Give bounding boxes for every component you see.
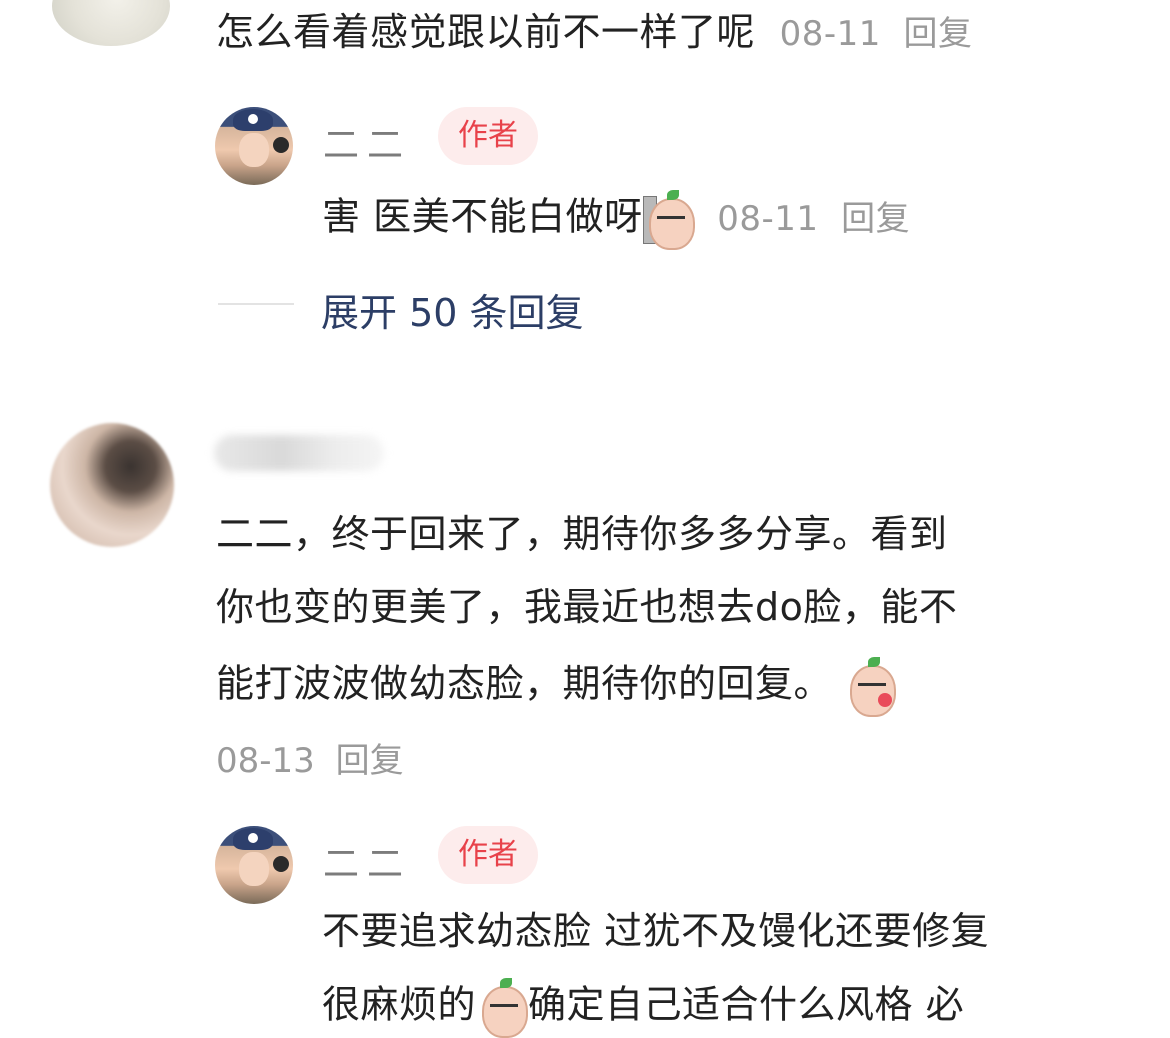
reply-2-line-1: 不要追求幼态脸 过犹不及馒化还要修复 [322, 909, 990, 953]
comment-meta: 08-13 回复 [216, 733, 404, 782]
reply-button[interactable]: 回复 [841, 199, 910, 239]
commenter-avatar[interactable] [50, 423, 174, 547]
reply-text: 害 医美不能白做呀 [322, 194, 643, 239]
expand-divider [218, 303, 294, 305]
reply-text: 很麻烦的 [322, 982, 477, 1027]
comment-date: 08-13 [216, 741, 315, 781]
reply-1: 害 医美不能白做呀 08-11 回复 [322, 190, 910, 250]
kiss-peach-sticker-icon [844, 657, 897, 717]
author-avatar[interactable] [215, 826, 293, 904]
author-name[interactable]: 二二 [323, 116, 411, 168]
reply-date: 08-11 [717, 198, 819, 239]
author-avatar[interactable] [215, 107, 293, 185]
reply-text: 确定自己适合什么风格 必 [528, 982, 965, 1027]
comment-text: 怎么看着感觉跟以前不一样了呢 [216, 10, 756, 54]
comment-line-2: 你也变的更美了，我最近也想去do脸，能不 [216, 585, 958, 629]
reply-button[interactable]: 回复 [336, 741, 404, 781]
author-name[interactable]: 二二 [323, 835, 411, 887]
crying-peach-sticker-icon [476, 978, 529, 1038]
commenter-avatar[interactable] [52, 0, 170, 46]
comment-top: 怎么看着感觉跟以前不一样了呢 08-11 回复 [216, 10, 973, 56]
reply-2-line-2: 很麻烦的 确定自己适合什么风格 必 [322, 978, 965, 1038]
author-badge: 作者 [438, 826, 538, 884]
reply-button[interactable]: 回复 [904, 14, 973, 54]
reading-peach-sticker-icon [642, 190, 695, 250]
author-badge: 作者 [438, 107, 538, 165]
comment-date: 08-11 [779, 14, 881, 54]
comment-line-3-row: 能打波波做幼态脸，期待你的回复。 [216, 657, 897, 717]
expand-replies-button[interactable]: 展开 50 条回复 [321, 282, 584, 337]
commenter-name[interactable] [214, 435, 384, 471]
comment-line-1: 二二，终于回来了，期待你多多分享。看到 [216, 512, 948, 556]
comment-line-3: 能打波波做幼态脸，期待你的回复。 [216, 661, 833, 706]
